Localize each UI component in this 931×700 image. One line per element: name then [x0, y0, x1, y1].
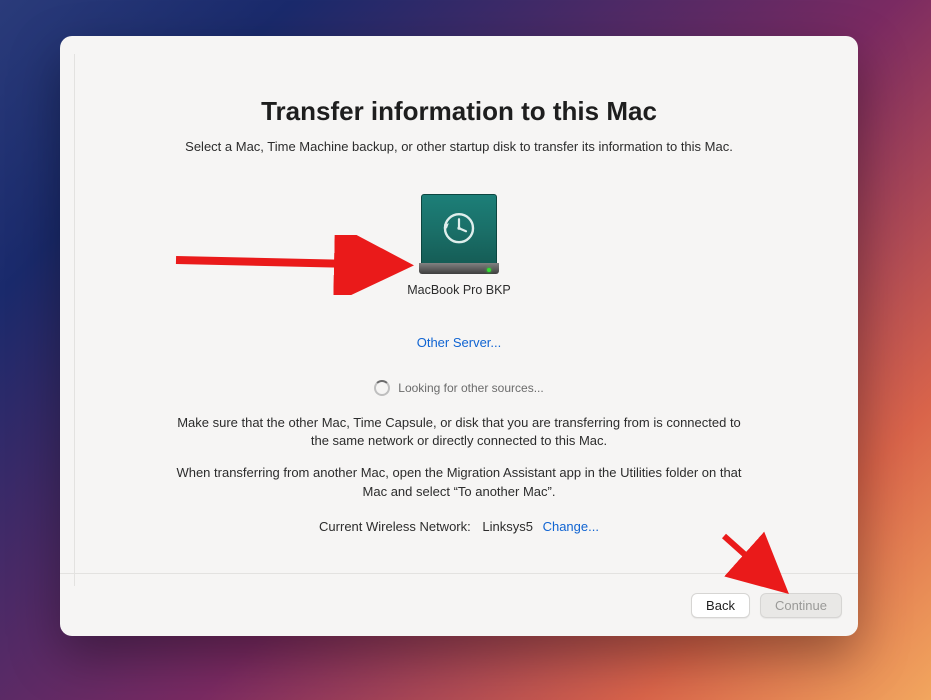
- time-machine-glyph: [439, 208, 479, 248]
- backup-source-item[interactable]: MacBook Pro BKP: [407, 194, 511, 297]
- backup-source-label: MacBook Pro BKP: [407, 283, 511, 297]
- other-server-link[interactable]: Other Server...: [417, 335, 502, 350]
- content-area: Transfer information to this Mac Select …: [60, 36, 858, 573]
- spinner-icon: [374, 380, 390, 396]
- time-machine-disk-icon: [421, 194, 497, 276]
- helper-text-1: Make sure that the other Mac, Time Capsu…: [169, 414, 749, 450]
- continue-button[interactable]: Continue: [760, 593, 842, 618]
- network-info: Current Wireless Network: Linksys5 Chang…: [96, 519, 822, 534]
- page-title: Transfer information to this Mac: [96, 96, 822, 127]
- network-label: Current Wireless Network:: [319, 519, 471, 534]
- change-network-link[interactable]: Change...: [543, 519, 599, 534]
- helper-text-2: When transferring from another Mac, open…: [169, 464, 749, 500]
- page-subtitle: Select a Mac, Time Machine backup, or ot…: [96, 139, 822, 154]
- looking-status-text: Looking for other sources...: [398, 381, 543, 395]
- migration-assistant-panel: Transfer information to this Mac Select …: [60, 36, 858, 636]
- back-button[interactable]: Back: [691, 593, 750, 618]
- divider: [74, 54, 75, 586]
- footer: Back Continue: [60, 573, 858, 636]
- looking-status: Looking for other sources...: [96, 380, 822, 396]
- network-name: Linksys5: [482, 519, 533, 534]
